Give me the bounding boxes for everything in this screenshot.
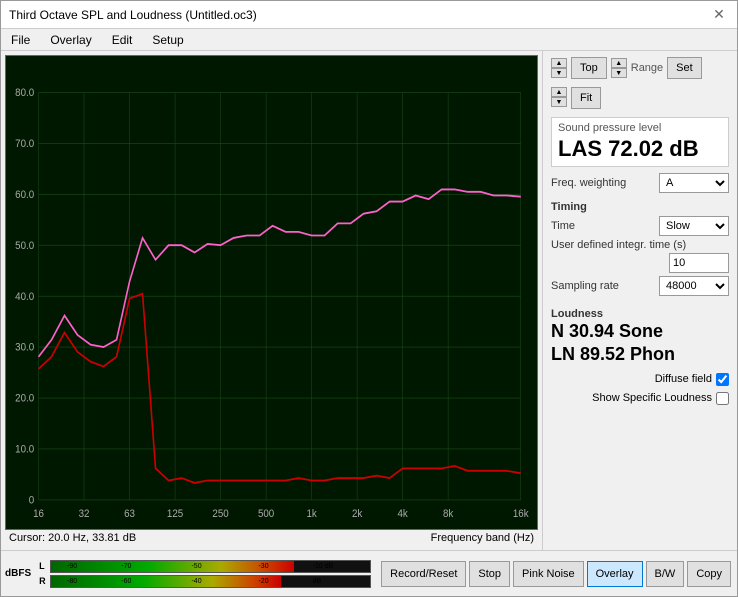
overlay-button[interactable]: Overlay (587, 561, 643, 587)
main-content: Third octave SPL dB ARTA (1, 51, 737, 550)
svg-text:20.0: 20.0 (15, 393, 34, 405)
show-specific-checkbox[interactable] (716, 392, 729, 405)
svg-text:1k: 1k (306, 508, 317, 520)
sampling-row: Sampling rate 48000 44100 (551, 276, 729, 296)
chart-area: Third octave SPL dB ARTA (1, 51, 542, 550)
svg-text:2k: 2k (352, 508, 363, 520)
user-integr-label: User defined integr. time (s) (551, 239, 729, 251)
svg-text:16k: 16k (513, 508, 529, 520)
freq-row: Freq. weighting A C Z (551, 173, 729, 193)
svg-text:32: 32 (79, 508, 90, 520)
menu-setup[interactable]: Setup (146, 32, 189, 48)
svg-text:30.0: 30.0 (15, 342, 34, 354)
set-button[interactable]: Set (667, 57, 702, 79)
close-button[interactable]: ✕ (709, 5, 729, 25)
top-up-btn[interactable]: ▲ (551, 58, 567, 68)
svg-text:8k: 8k (443, 508, 454, 520)
show-specific-row: Show Specific Loudness (551, 392, 729, 405)
time-select[interactable]: Slow Fast (659, 216, 729, 236)
bw-button[interactable]: B/W (646, 561, 685, 587)
window-title: Third Octave SPL and Loudness (Untitled.… (9, 8, 257, 22)
svg-text:500: 500 (258, 508, 274, 520)
svg-text:80.0: 80.0 (15, 88, 34, 100)
svg-text:70.0: 70.0 (15, 139, 34, 151)
action-buttons: Record/Reset Stop Pink Noise Overlay B/W… (375, 551, 737, 596)
timing-title: Timing (551, 201, 729, 213)
top-button[interactable]: Top (571, 57, 607, 79)
chart-footer: Cursor: 20.0 Hz, 33.81 dB Frequency band… (5, 530, 538, 546)
copy-button[interactable]: Copy (687, 561, 731, 587)
svg-text:125: 125 (167, 508, 183, 520)
main-window: Third Octave SPL and Loudness (Untitled.… (0, 0, 738, 597)
fit-down-btn[interactable]: ▼ (551, 97, 567, 107)
chart-container: Third octave SPL dB ARTA (5, 55, 538, 530)
dbfs-label: dBFS (1, 551, 35, 596)
user-integr-input[interactable] (669, 253, 729, 273)
right-panel: ▲ ▼ Top ▲ ▼ Range Set ▲ ▼ Fit (542, 51, 737, 550)
top-down-btn[interactable]: ▼ (551, 68, 567, 78)
title-bar: Third Octave SPL and Loudness (Untitled.… (1, 1, 737, 29)
menu-edit[interactable]: Edit (106, 32, 139, 48)
cursor-text: Cursor: 20.0 Hz, 33.81 dB (9, 532, 136, 544)
timing-section: Timing Time Slow Fast User defined integ… (551, 199, 729, 298)
svg-text:60.0: 60.0 (15, 189, 34, 201)
svg-text:63: 63 (124, 508, 135, 520)
menu-bar: File Overlay Edit Setup (1, 29, 737, 51)
bottom-strip: dBFS L -90 -70 -50 -30 -10 dB (1, 550, 737, 596)
diffuse-row: Diffuse field (551, 373, 729, 386)
sampling-select[interactable]: 48000 44100 (659, 276, 729, 296)
fit-spin-group: ▲ ▼ (551, 87, 567, 109)
r-label: R (39, 576, 47, 586)
freq-band-label: Frequency band (Hz) (431, 532, 534, 544)
spl-title: Sound pressure level (558, 122, 722, 134)
loudness-title: Loudness (551, 308, 729, 320)
record-reset-button[interactable]: Record/Reset (381, 561, 466, 587)
svg-text:4k: 4k (397, 508, 408, 520)
svg-text:16: 16 (33, 508, 44, 520)
loudness-section: Loudness N 30.94 Sone LN 89.52 Phon (551, 306, 729, 367)
show-specific-label: Show Specific Loudness (592, 392, 712, 404)
svg-text:10.0: 10.0 (15, 444, 34, 456)
fit-up-btn[interactable]: ▲ (551, 87, 567, 97)
spl-value: LAS 72.02 dB (558, 136, 722, 162)
menu-file[interactable]: File (5, 32, 36, 48)
diffuse-label: Diffuse field (655, 373, 712, 385)
sampling-label: Sampling rate (551, 280, 619, 292)
svg-text:50.0: 50.0 (15, 240, 34, 252)
range-down-btn[interactable]: ▼ (611, 68, 627, 78)
diffuse-checkbox[interactable] (716, 373, 729, 386)
range-label: Range (631, 62, 663, 74)
chart-svg: 80.0 70.0 60.0 50.0 40.0 30.0 20.0 10.0 … (6, 56, 537, 529)
user-integr-row: User defined integr. time (s) (551, 239, 729, 273)
loudness-value-line2: LN 89.52 Phon (551, 343, 729, 366)
fit-button[interactable]: Fit (571, 87, 601, 109)
stop-button[interactable]: Stop (469, 561, 510, 587)
pink-noise-button[interactable]: Pink Noise (513, 561, 584, 587)
range-spin-group: ▲ ▼ (611, 58, 627, 78)
freq-weighting-select[interactable]: A C Z (659, 173, 729, 193)
freq-weighting-label: Freq. weighting (551, 177, 626, 189)
svg-text:40.0: 40.0 (15, 291, 34, 303)
svg-text:0: 0 (29, 495, 35, 507)
time-row: Time Slow Fast (551, 216, 729, 236)
menu-overlay[interactable]: Overlay (44, 32, 97, 48)
spl-section: Sound pressure level LAS 72.02 dB (551, 117, 729, 167)
top-spin-group: ▲ ▼ (551, 58, 567, 78)
svg-text:250: 250 (212, 508, 228, 520)
loudness-value-line1: N 30.94 Sone (551, 320, 729, 343)
range-up-btn[interactable]: ▲ (611, 58, 627, 68)
time-label: Time (551, 220, 575, 232)
top-controls: ▲ ▼ Top ▲ ▼ Range Set (551, 57, 729, 79)
l-label: L (39, 561, 47, 571)
